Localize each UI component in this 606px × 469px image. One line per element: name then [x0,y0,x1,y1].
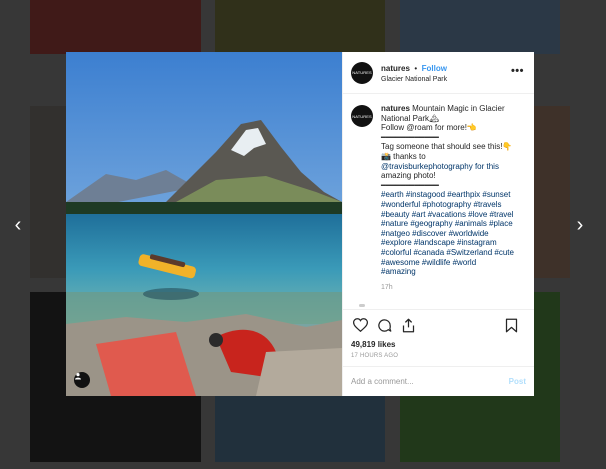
scroll-indicator [359,304,365,307]
share-icon[interactable] [399,316,417,334]
hashtag-line[interactable]: #wonderful #photography #travels [381,200,526,210]
like-count[interactable]: 49,819 likes [351,340,526,349]
caption-time: 17h [381,283,393,291]
post-timestamp: 17 HOURS AGO [351,353,399,359]
hashtag-line[interactable]: #beauty #art #vacations #love #travel [381,210,526,220]
comments-area[interactable]: NATURES natures Mountain Magic in Glacie… [343,94,534,309]
avatar[interactable]: NATURES [351,105,373,127]
caption-row: NATURES natures Mountain Magic in Glacie… [351,104,526,292]
comment-icon[interactable] [375,316,393,334]
username-link[interactable]: natures [381,64,410,73]
caption-line: National Park🏔 [381,113,440,123]
hashtag-line[interactable]: #amazing [381,267,526,277]
caption-line: Follow @roam for more!👈 [381,123,477,133]
post-modal: NATURES natures • Follow Glacier Nationa… [66,52,534,396]
heart-icon[interactable] [351,316,369,334]
caption-line: Mountain Magic in Glacier [412,104,505,113]
chevron-right-icon[interactable]: › [572,215,588,235]
post-comment-button[interactable]: Post [509,377,526,386]
hashtag-line[interactable]: #colorful #canada #Switzerland #cute [381,248,526,258]
hashtag-line[interactable]: #earth #instagood #earthpix #sunset [381,190,526,200]
caption-line: 📸 thanks to [381,151,426,161]
hashtag-line[interactable]: #awesome #wildlife #world [381,258,526,268]
hashtag-line[interactable]: #explore #landscape #instagram [381,238,526,248]
bookmark-icon[interactable] [502,316,520,334]
lake-mountain-photo [66,52,342,396]
follow-button[interactable]: Follow [422,64,447,73]
post-photo[interactable] [66,52,342,396]
post-sidebar: NATURES natures • Follow Glacier Nationa… [342,52,534,396]
caption: natures Mountain Magic in Glacier Nation… [381,104,526,292]
separator-dot: • [414,63,418,73]
user-tag-icon[interactable] [74,372,90,388]
hashtag-line[interactable]: #nature #geography #animals #place [381,219,526,229]
post-actions: 49,819 likes 17 HOURS AGO Post [343,309,534,396]
avatar[interactable]: NATURES [351,61,373,84]
caption-line: amazing photo! [381,171,436,181]
chevron-left-icon[interactable]: ‹ [10,215,26,235]
more-options-icon[interactable]: ••• [511,65,524,77]
hashtag-line[interactable]: #natgeo #discover #worldwide [381,229,526,239]
caption-line: Tag someone that should see this!👇 [381,142,513,152]
caption-username[interactable]: natures [381,104,410,113]
caption-line: ━━━━━━━━━━━━ [381,180,439,190]
comment-box: Post [343,366,534,396]
comment-input[interactable] [351,377,509,386]
caption-line: ━━━━━━━━━━━━ [381,132,439,142]
location-link[interactable]: Glacier National Park [381,74,447,85]
post-header: NATURES natures • Follow Glacier Nationa… [343,52,534,94]
caption-line[interactable]: @travisburkephotography for this [381,162,526,172]
